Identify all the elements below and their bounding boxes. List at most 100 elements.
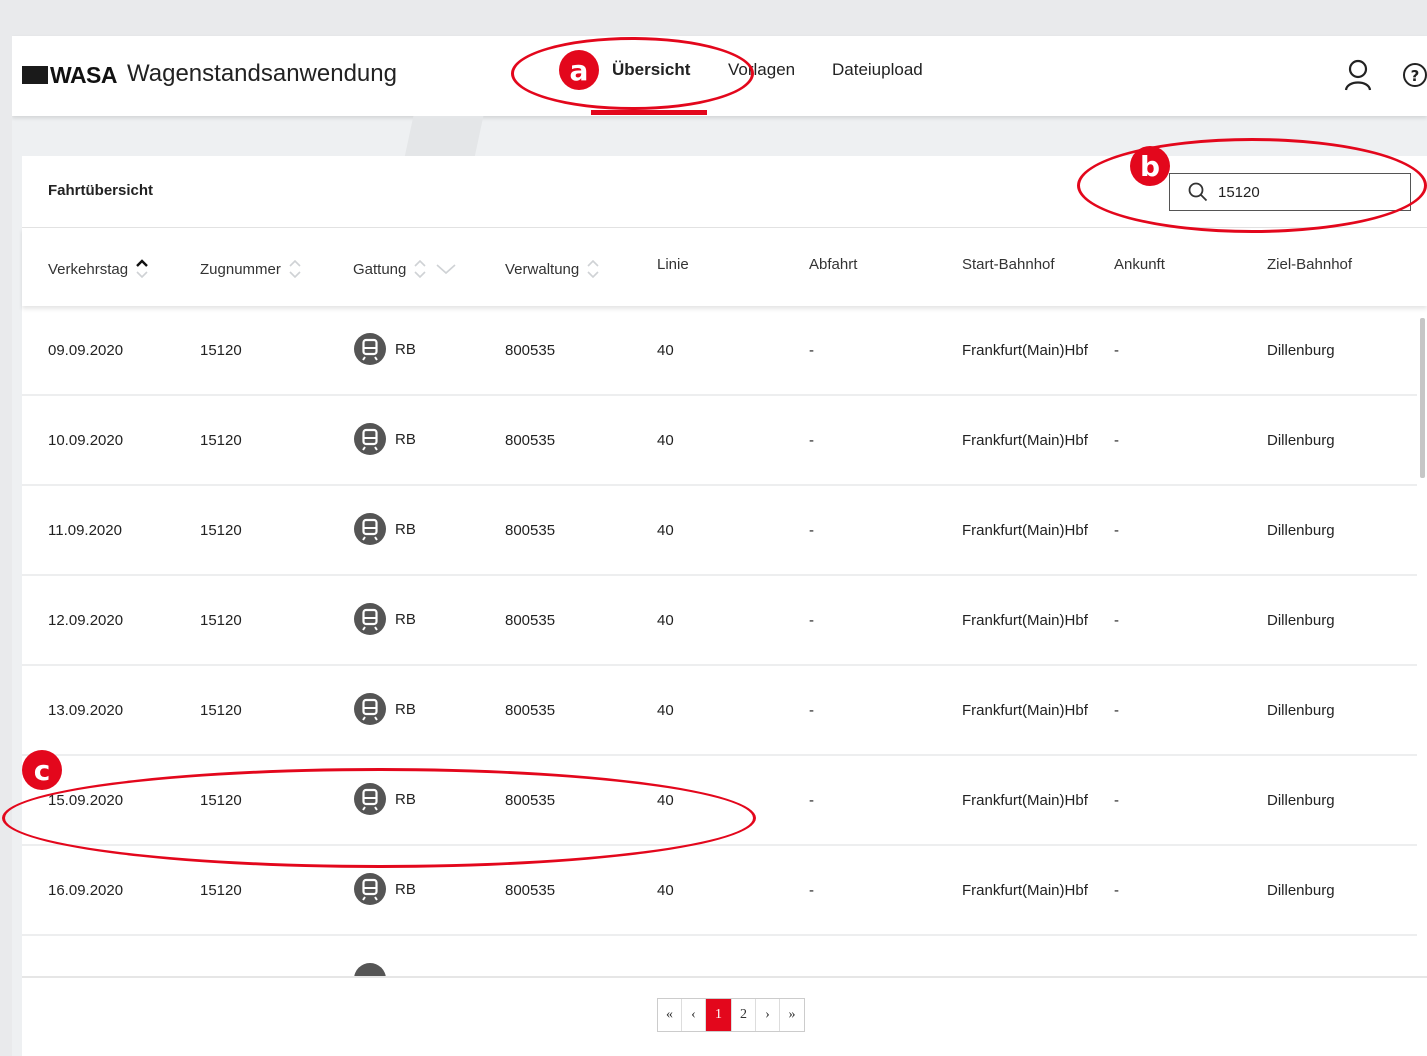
card-title: Fahrtübersicht <box>48 182 154 199</box>
cell-gattung: RB <box>353 692 416 726</box>
cell-ziel-bahnhof: Dillenburg <box>1267 342 1335 359</box>
nav-tab-vorlagen[interactable]: Vorlagen <box>728 60 795 80</box>
cell-zugnummer: 15120 <box>200 792 242 809</box>
table-row[interactable]: 13.09.2020 15120 800535 40 - Frankfurt(Main)H… <box>22 666 1417 756</box>
cell-gattung: RB <box>353 422 416 456</box>
table-row-partial <box>22 936 1417 976</box>
column-header-verwaltung[interactable]: Verwaltung <box>505 256 601 282</box>
column-header-verkehrstag[interactable]: Verkehrstag <box>48 256 150 282</box>
sort-icon[interactable] <box>412 256 428 282</box>
cell-abfahrt: - <box>809 342 814 359</box>
cell-verkehrstag: 09.09.2020 <box>48 342 124 359</box>
cell-verkehrstag: 15.09.2020 <box>48 792 124 809</box>
nav-tab-uebersicht[interactable]: Übersicht <box>612 60 690 80</box>
cell-start-bahnhof: Frankfurt(Main)Hbf <box>962 522 1088 539</box>
cell-zugnummer: 15120 <box>200 702 242 719</box>
cell-start-bahnhof: Frankfurt(Main)Hbf <box>962 792 1088 809</box>
cell-ziel-bahnhof: Dillenburg <box>1267 882 1335 899</box>
user-icon[interactable] <box>1343 58 1373 97</box>
column-header-gattung[interactable]: Gattung <box>353 256 458 282</box>
annotation-badge-b: b <box>1130 146 1170 186</box>
cell-linie: 40 <box>657 792 674 809</box>
search-box[interactable] <box>1169 173 1411 211</box>
pagination-last[interactable]: » <box>780 999 804 1031</box>
cell-ankunft: - <box>1114 882 1119 899</box>
cell-linie: 40 <box>657 702 674 719</box>
logo-mark <box>22 66 48 84</box>
pagination-prev[interactable]: ‹ <box>682 999 706 1031</box>
table-row[interactable]: 09.09.2020 15120 800535 40 - Frankfurt(Main)H… <box>22 306 1417 396</box>
top-strip <box>12 6 1427 36</box>
column-header-ankunft: Ankunft <box>1114 256 1165 273</box>
table-row[interactable]: 16.09.2020 15120 800535 40 - Frankfurt(Main)H… <box>22 846 1417 936</box>
pagination: « ‹ 1 2 › » <box>657 998 805 1032</box>
cell-verkehrstag: 12.09.2020 <box>48 612 124 629</box>
gattung-label: RB <box>395 880 416 898</box>
gattung-label: RB <box>395 430 416 448</box>
help-icon[interactable]: ? <box>1402 58 1427 97</box>
filter-chevron-down-icon[interactable] <box>434 256 458 282</box>
table-row[interactable]: 15.09.2020 15120 800535 40 - Frankfurt(Main)H… <box>22 756 1417 846</box>
scrollbar[interactable] <box>1417 306 1427 976</box>
cell-ankunft: - <box>1114 522 1119 539</box>
app-title: Wagenstandsanwendung <box>127 60 397 87</box>
active-tab-indicator <box>591 110 707 115</box>
app-header: WASA Wagenstandsanwendung Übersicht Vorl… <box>12 36 1427 116</box>
pagination-first[interactable]: « <box>658 999 682 1031</box>
cell-start-bahnhof: Frankfurt(Main)Hbf <box>962 612 1088 629</box>
trip-overview-card: Fahrtübersicht Verkehrstag Zugnummer <box>22 156 1427 1056</box>
train-icon <box>354 423 386 455</box>
search-icon <box>1188 182 1208 202</box>
cell-ankunft: - <box>1114 792 1119 809</box>
nav-tab-dateiupload[interactable]: Dateiupload <box>832 60 923 80</box>
cell-verkehrstag: 13.09.2020 <box>48 702 124 719</box>
cell-verkehrstag: 16.09.2020 <box>48 882 124 899</box>
train-icon <box>354 693 386 725</box>
card-header: Fahrtübersicht <box>22 156 1427 228</box>
cell-verwaltung: 800535 <box>505 432 556 449</box>
scrollbar-thumb[interactable] <box>1420 318 1425 478</box>
cell-gattung: RB <box>353 872 416 906</box>
column-header-zugnummer[interactable]: Zugnummer <box>200 256 303 282</box>
column-label: Verwaltung <box>505 260 580 278</box>
train-icon <box>354 513 386 545</box>
search-input[interactable] <box>1218 183 1388 201</box>
pagination-next[interactable]: › <box>756 999 780 1031</box>
cell-ziel-bahnhof: Dillenburg <box>1267 522 1335 539</box>
cell-abfahrt: - <box>809 792 814 809</box>
gattung-label: RB <box>395 340 416 358</box>
logo-text: WASA <box>50 61 118 88</box>
cell-linie: 40 <box>657 432 674 449</box>
annotation-badge-a: a <box>559 50 599 90</box>
cell-abfahrt: - <box>809 432 814 449</box>
cell-start-bahnhof: Frankfurt(Main)Hbf <box>962 702 1088 719</box>
train-icon <box>354 873 386 905</box>
cell-abfahrt: - <box>809 882 814 899</box>
table-body: 09.09.2020 15120 800535 40 - Frankfurt(Main)H… <box>22 306 1417 976</box>
column-label: Zugnummer <box>200 260 281 278</box>
sort-ascending-icon[interactable] <box>134 256 150 282</box>
cell-linie: 40 <box>657 522 674 539</box>
cell-ziel-bahnhof: Dillenburg <box>1267 612 1335 629</box>
cell-ankunft: - <box>1114 702 1119 719</box>
sort-icon[interactable] <box>585 256 601 282</box>
cell-gattung: RB <box>353 512 416 546</box>
cell-zugnummer: 15120 <box>200 432 242 449</box>
pagination-page-2[interactable]: 2 <box>732 999 756 1031</box>
pagination-page-1[interactable]: 1 <box>706 999 732 1031</box>
gattung-label: RB <box>395 700 416 718</box>
sort-icon[interactable] <box>287 256 303 282</box>
gattung-label: RB <box>395 790 416 808</box>
cell-ankunft: - <box>1114 342 1119 359</box>
logo[interactable]: WASA <box>22 60 118 90</box>
cell-gattung: RB <box>353 782 416 816</box>
table-row[interactable]: 10.09.2020 15120 800535 40 - Frankfurt(Main)H… <box>22 396 1417 486</box>
table-row[interactable]: 12.09.2020 15120 800535 40 - Frankfurt(Main)H… <box>22 576 1417 666</box>
cell-verwaltung: 800535 <box>505 342 556 359</box>
column-header-linie: Linie <box>657 256 689 273</box>
cell-verwaltung: 800535 <box>505 522 556 539</box>
cell-linie: 40 <box>657 342 674 359</box>
table-row[interactable]: 11.09.2020 15120 800535 40 - Frankfurt(Main)H… <box>22 486 1417 576</box>
column-header-start-bahnhof: Start-Bahnhof <box>962 256 1055 273</box>
cell-linie: 40 <box>657 882 674 899</box>
